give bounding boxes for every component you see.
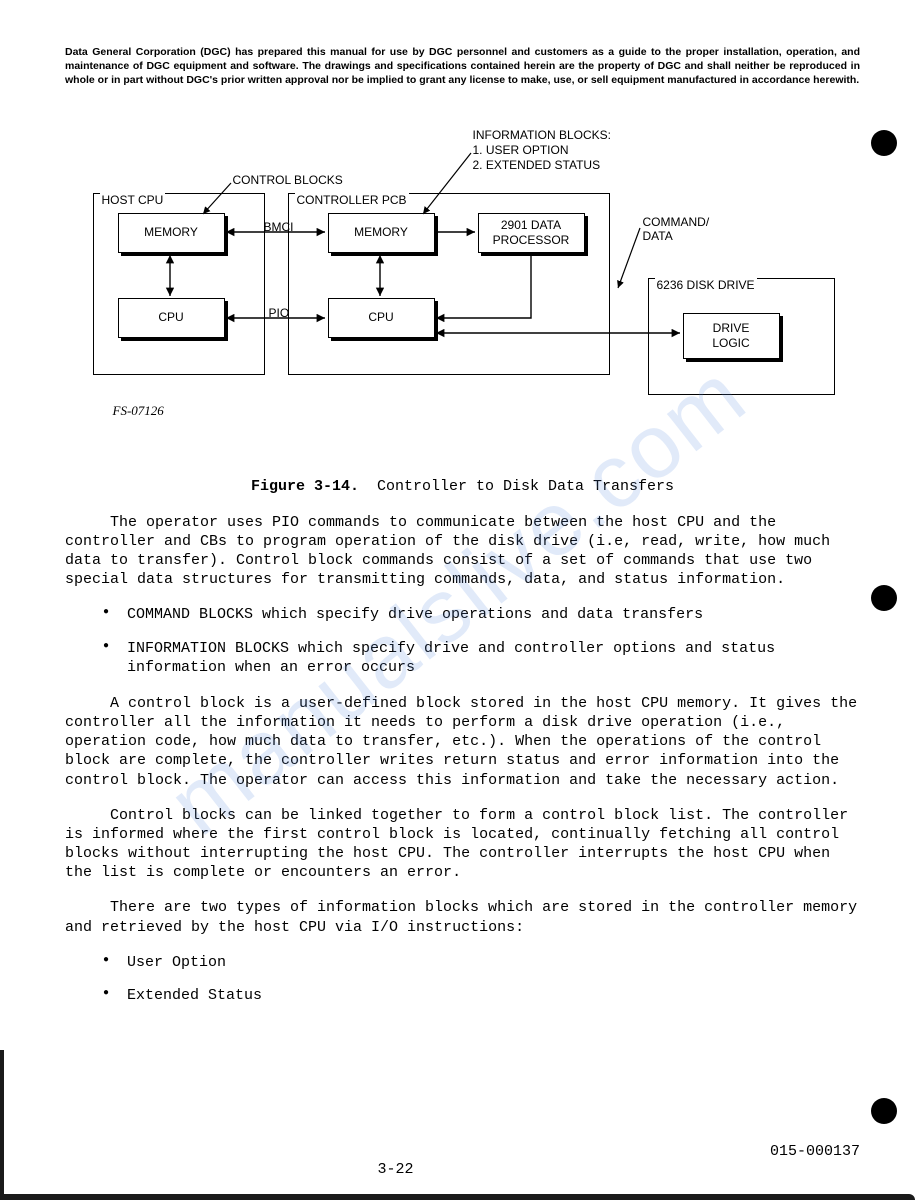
command-data-label: COMMAND/ DATA (643, 215, 710, 244)
info-blocks-heading: INFORMATION BLOCKS: (473, 128, 611, 142)
host-cpu-title: HOST CPU (100, 193, 166, 207)
drive-logic-box: DRIVE LOGIC (683, 313, 780, 359)
paragraph-1: The operator uses PIO commands to commun… (65, 513, 860, 590)
page-number: 3-22 (378, 1161, 414, 1178)
host-cpu-box: CPU (118, 298, 225, 338)
control-blocks-label: CONTROL BLOCKS (233, 173, 343, 187)
host-memory-box: MEMORY (118, 213, 225, 253)
list-item: INFORMATION BLOCKS which specify drive a… (103, 639, 860, 678)
bullet-list-2: User Option Extended Status (65, 953, 860, 1006)
figure-caption: Figure 3-14. Controller to Disk Data Tra… (65, 478, 860, 495)
list-item: User Option (103, 953, 860, 973)
figure-label: Figure 3-14. (251, 478, 359, 495)
info-blocks-line1: 1. USER OPTION (473, 143, 569, 157)
info-blocks-line2: 2. EXTENDED STATUS (473, 158, 601, 172)
figure-title: Controller to Disk Data Transfers (377, 478, 674, 495)
controller-pcb-title: CONTROLLER PCB (295, 193, 409, 207)
paragraph-4: There are two types of information block… (65, 898, 860, 936)
paragraph-2: A control block is a user-defined block … (65, 694, 860, 790)
bmci-label: BMCI (264, 220, 294, 234)
figure-diagram: INFORMATION BLOCKS: 1. USER OPTION 2. EX… (73, 128, 853, 448)
list-item: Extended Status (103, 986, 860, 1006)
disk-drive-title: 6236 DISK DRIVE (655, 278, 757, 292)
controller-memory-box: MEMORY (328, 213, 435, 253)
fs-code: FS-07126 (113, 403, 164, 419)
document-number: 015-000137 (770, 1143, 860, 1160)
pio-label: PIO (269, 306, 290, 320)
scan-edge-left (0, 1050, 4, 1200)
paragraph-3: Control blocks can be linked together to… (65, 806, 860, 883)
controller-cpu-box: CPU (328, 298, 435, 338)
disclaimer-text: Data General Corporation (DGC) has prepa… (65, 45, 860, 88)
list-item: COMMAND BLOCKS which specify drive opera… (103, 605, 860, 625)
data-processor-box: 2901 DATA PROCESSOR (478, 213, 585, 253)
bullet-list-1: COMMAND BLOCKS which specify drive opera… (65, 605, 860, 678)
scan-edge-bottom (0, 1194, 915, 1200)
